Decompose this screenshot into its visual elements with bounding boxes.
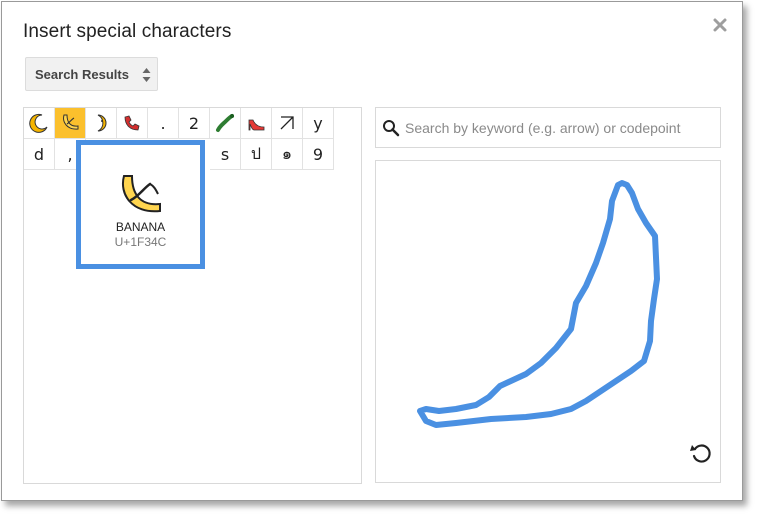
insert-special-characters-dialog: Insert special characters Search Results bbox=[1, 1, 743, 501]
character-preview-popup: BANANA U+1F34C bbox=[76, 140, 205, 269]
magnifier-icon bbox=[383, 119, 400, 136]
char-cell-caterpillar[interactable] bbox=[210, 108, 241, 139]
banana-icon bbox=[63, 114, 79, 130]
char-cell-thai-digit[interactable]: ๑ bbox=[272, 139, 303, 170]
category-select[interactable]: Search Results bbox=[25, 57, 158, 91]
char-cell-moon-face[interactable] bbox=[86, 108, 117, 139]
char-cell-high-heel[interactable] bbox=[241, 108, 272, 139]
preview-codepoint: U+1F34C bbox=[114, 235, 167, 249]
caterpillar-icon bbox=[216, 114, 234, 132]
char-cell-digit-nine[interactable]: 9 bbox=[303, 139, 334, 170]
arrow-up-right-icon bbox=[280, 116, 294, 130]
char-cell-period[interactable]: . bbox=[148, 108, 179, 139]
moon-face-icon bbox=[97, 114, 107, 132]
category-select-label: Search Results bbox=[35, 66, 129, 82]
char-cell-banana[interactable] bbox=[55, 108, 86, 139]
char-cell-crescent-moon[interactable] bbox=[24, 108, 55, 139]
telephone-receiver-icon bbox=[124, 115, 140, 131]
dialog-title: Insert special characters bbox=[23, 21, 232, 42]
crescent-moon-icon bbox=[29, 113, 48, 133]
drawn-banana-stroke bbox=[417, 180, 660, 428]
char-cell-letter-s[interactable]: s bbox=[210, 139, 241, 170]
char-cell-thai-bo-bai-mai[interactable]: ป bbox=[241, 139, 272, 170]
updown-arrows-icon bbox=[142, 68, 151, 82]
handwriting-drawing-area[interactable] bbox=[375, 160, 721, 483]
banana-icon bbox=[121, 175, 161, 213]
char-cell-digit-two[interactable]: 2 bbox=[179, 108, 210, 139]
char-cell-telephone-receiver[interactable] bbox=[117, 108, 148, 139]
char-cell-arrow-up-right[interactable] bbox=[272, 108, 303, 139]
keyword-search-input[interactable] bbox=[403, 118, 717, 137]
keyword-search-box[interactable] bbox=[375, 107, 721, 148]
char-cell-letter-d[interactable]: d bbox=[24, 139, 55, 170]
preview-character-name: BANANA bbox=[115, 220, 166, 234]
high-heel-icon bbox=[248, 119, 265, 131]
undo-icon[interactable] bbox=[689, 441, 713, 465]
close-icon[interactable] bbox=[709, 14, 731, 36]
char-cell-letter-y[interactable]: y bbox=[303, 108, 334, 139]
